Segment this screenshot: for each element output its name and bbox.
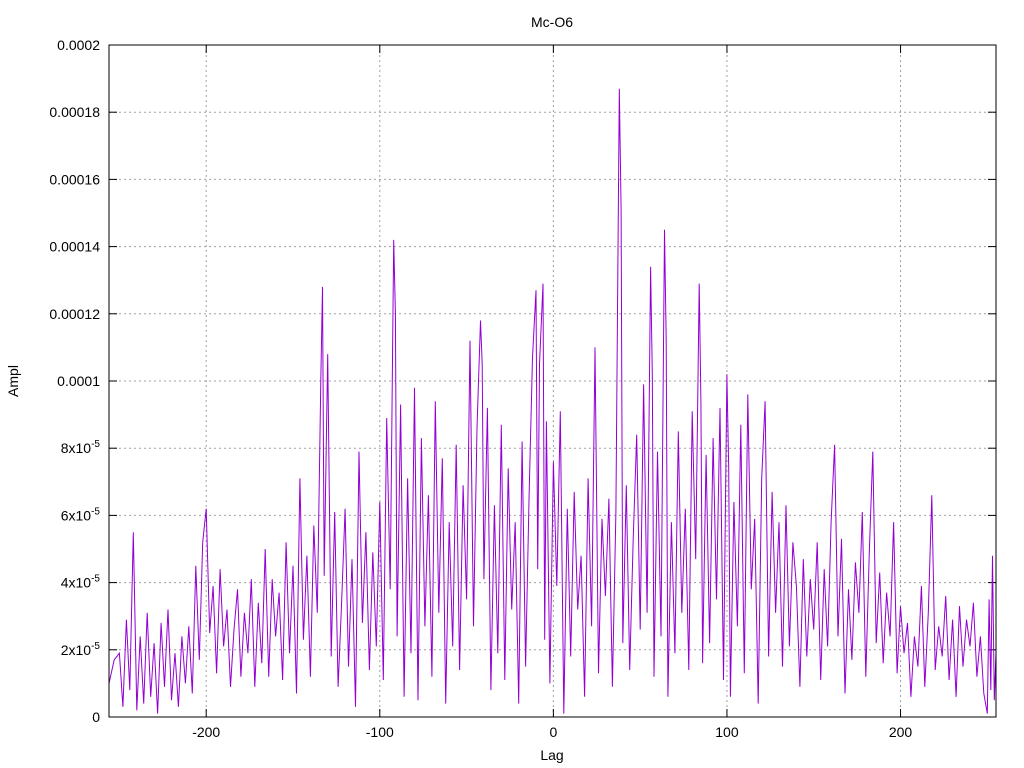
y-tick-label: 0.0001 [57, 373, 100, 389]
y-tick-label-base: 0 [92, 709, 100, 725]
y-axis-label: Ampl [5, 365, 21, 397]
y-tick-label-base: 0.0002 [57, 37, 100, 53]
series-line [108, 88, 997, 714]
y-tick-label: 0.00014 [49, 239, 100, 255]
y-tick-label-base: 8x10 [61, 440, 92, 456]
y-tick-label-exponent: -5 [91, 439, 100, 450]
line-chart: -200 -100 0 100 200 02x10-54x10-56x10-58x10-… [5, 14, 997, 763]
y-tick-label-exponent: -5 [91, 574, 100, 585]
y-tick-label: 6x10-5 [61, 506, 101, 523]
x-tick-labels: -200 -100 0 100 200 [192, 724, 912, 740]
grid [109, 44, 996, 718]
chart-title: Mc-O6 [531, 14, 573, 30]
y-tick-label-base: 0.00016 [49, 171, 100, 187]
y-tick-label-base: 0.0001 [57, 373, 100, 389]
y-tick-label-base: 2x10 [61, 642, 92, 658]
x-axis-label: Lag [540, 747, 563, 763]
y-tick-label-base: 0.00014 [49, 239, 100, 255]
y-tick-label: 0.0002 [57, 37, 100, 53]
y-tick-label-exponent: -5 [91, 506, 100, 517]
y-tick-label-base: 0.00012 [49, 306, 100, 322]
x-tick-label: -200 [192, 724, 220, 740]
y-tick-label: 8x10-5 [61, 439, 101, 456]
y-tick-label: 0 [92, 709, 100, 725]
x-tick-label: 200 [889, 724, 913, 740]
y-tick-label: 0.00012 [49, 306, 100, 322]
x-tick-label: 0 [549, 724, 557, 740]
y-tick-labels: 02x10-54x10-56x10-58x10-50.00010.000120.… [49, 37, 100, 725]
x-tick-label: -100 [366, 724, 394, 740]
y-tick-label: 2x10-5 [61, 641, 101, 658]
y-tick-label-base: 4x10 [61, 575, 92, 591]
y-tick-label: 0.00018 [49, 104, 100, 120]
y-tick-label-base: 0.00018 [49, 104, 100, 120]
y-tick-label-exponent: -5 [91, 641, 100, 652]
tick-marks [109, 44, 996, 718]
y-tick-label: 0.00016 [49, 171, 100, 187]
x-tick-label: 100 [715, 724, 739, 740]
y-tick-label: 4x10-5 [61, 574, 101, 591]
y-tick-label-base: 6x10 [61, 507, 92, 523]
series-layer [108, 88, 997, 714]
plot-frame [108, 44, 997, 718]
